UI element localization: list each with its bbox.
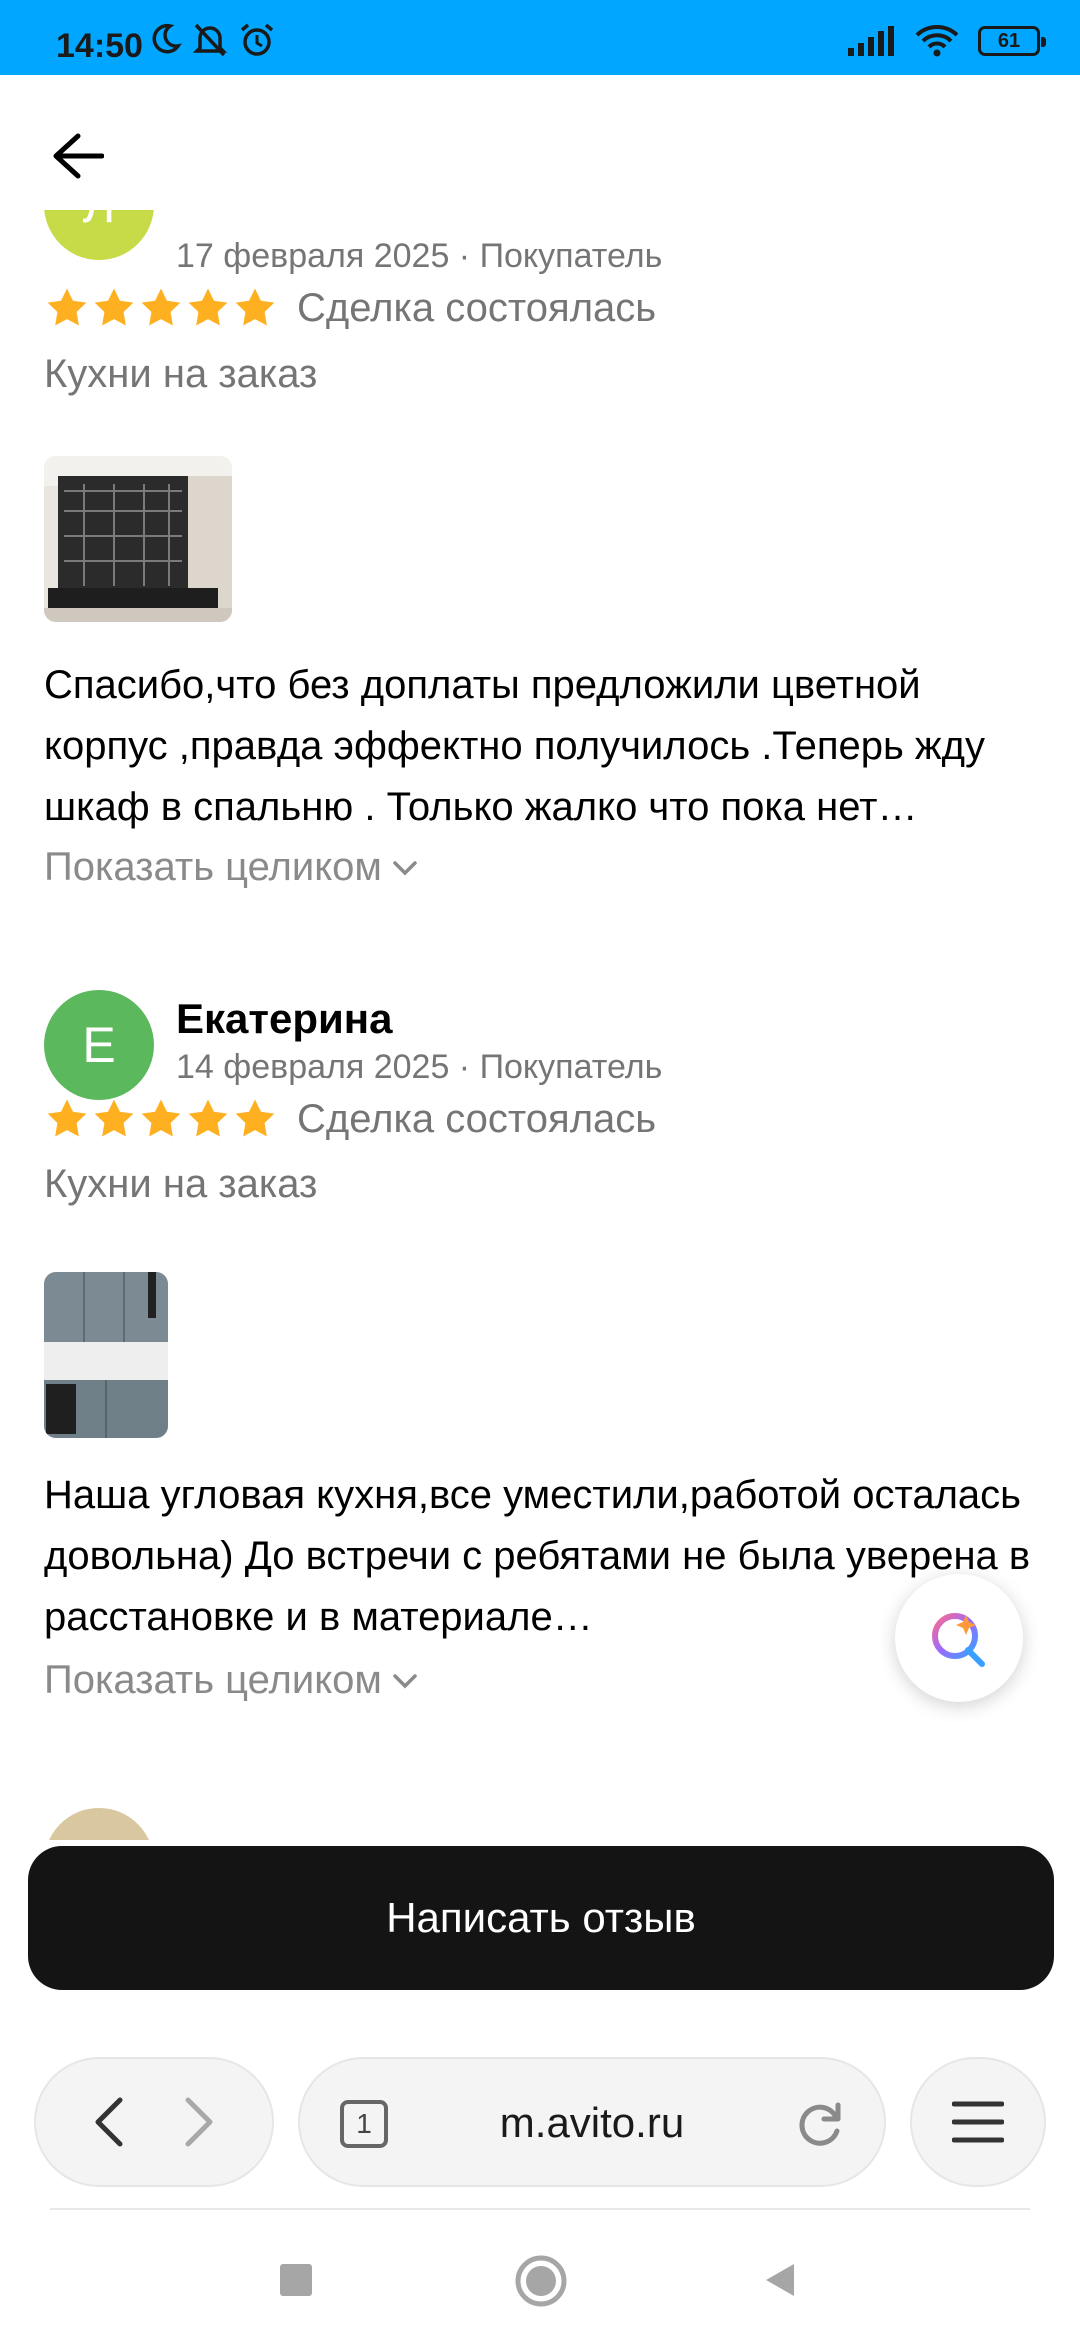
kitchen-photo	[44, 1272, 168, 1438]
star-icon	[94, 288, 134, 326]
show-more-link[interactable]: Показать целиком	[44, 1658, 418, 1703]
reload-icon[interactable]	[792, 2097, 846, 2151]
browser-toolbar: 1 m.avito.ru	[0, 2040, 1080, 2190]
muted-bell-icon	[192, 23, 228, 57]
star-icon	[235, 1099, 275, 1137]
review-text: Спасибо,что без доплаты предложили цветн…	[44, 663, 986, 829]
system-back-icon[interactable]	[760, 2260, 800, 2300]
chevron-down-icon	[393, 1673, 417, 1688]
battery-icon: 61	[978, 26, 1046, 56]
recents-icon[interactable]	[276, 2260, 316, 2300]
avatar: Л	[44, 210, 154, 260]
deal-status: Сделка состоялась	[297, 1096, 657, 1141]
system-navigation-bar	[0, 2230, 1080, 2340]
review-photo[interactable]	[44, 1272, 168, 1438]
star-icon	[47, 1099, 87, 1137]
review-photo[interactable]	[44, 456, 232, 622]
dishwasher-photo	[44, 456, 232, 622]
status-time: 14:50	[56, 27, 143, 65]
hamburger-menu-icon	[952, 2101, 1004, 2143]
deal-status: Сделка состоялась	[297, 285, 657, 330]
star-icon	[94, 1099, 134, 1137]
wifi-icon	[915, 25, 959, 57]
alarm-icon	[240, 23, 274, 56]
status-bar: 14:50 61	[0, 0, 1080, 75]
avatar: Е	[44, 990, 154, 1100]
review-text: Наша угловая кухня,все уместили,работой …	[44, 1473, 1031, 1639]
star-icon	[235, 288, 275, 326]
moon-icon	[152, 23, 182, 54]
rating-stars: Сделка состоялась	[44, 285, 656, 331]
browser-back-icon[interactable]	[90, 2094, 130, 2150]
arrow-left-icon	[53, 133, 104, 179]
star-icon	[188, 288, 228, 326]
address-bar[interactable]: 1 m.avito.ru	[298, 2057, 886, 2187]
rating-stars: Сделка состоялась	[44, 1096, 656, 1142]
review-meta: 14 февраля 2025 · Покупатель	[176, 1048, 663, 1086]
star-icon	[141, 288, 181, 326]
review-author: Екатерина	[176, 995, 393, 1042]
review-category: Кухни на заказ	[44, 1162, 318, 1206]
browser-menu-button[interactable]	[910, 2057, 1046, 2187]
back-button[interactable]	[40, 118, 116, 194]
browser-nav-group	[34, 2057, 274, 2187]
divider	[50, 2208, 1030, 2210]
ai-search-icon	[932, 1613, 985, 1667]
star-icon	[188, 1099, 228, 1137]
star-icon	[141, 1099, 181, 1137]
star-icon	[47, 288, 87, 326]
home-icon[interactable]	[514, 2254, 568, 2308]
assistant-search-button[interactable]	[895, 1574, 1023, 1702]
avatar	[44, 1808, 154, 1840]
chevron-down-icon	[393, 860, 417, 875]
show-more-link[interactable]: Показать целиком	[44, 845, 418, 890]
write-review-button[interactable]: Написать отзыв	[28, 1846, 1054, 1990]
browser-forward-icon[interactable]	[178, 2094, 218, 2150]
review-meta: 17 февраля 2025 · Покупатель	[176, 237, 663, 275]
review-category: Кухни на заказ	[44, 352, 318, 396]
signal-icon	[848, 26, 894, 56]
